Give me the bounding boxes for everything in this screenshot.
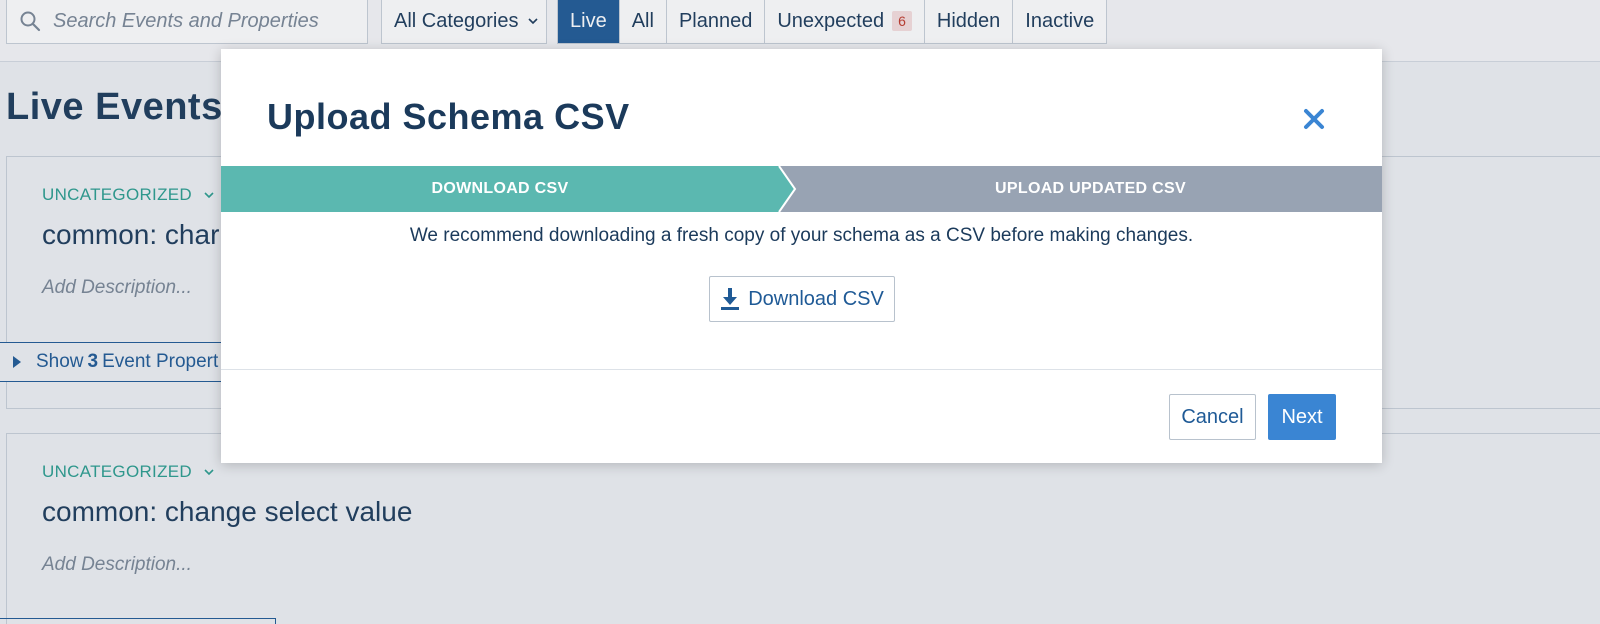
close-button[interactable] xyxy=(1296,101,1332,137)
close-icon xyxy=(1304,109,1324,129)
next-label: Next xyxy=(1281,405,1323,428)
next-button[interactable]: Next xyxy=(1268,394,1336,440)
step-upload-updated-csv: UPLOAD UPDATED CSV xyxy=(995,180,1186,197)
modal-message: We recommend downloading a fresh copy of… xyxy=(409,225,1194,246)
wizard-steps: DOWNLOAD CSV UPLOAD UPDATED CSV xyxy=(221,166,1382,212)
cancel-label: Cancel xyxy=(1181,405,1244,428)
step-download-csv: DOWNLOAD CSV xyxy=(431,180,569,197)
download-icon xyxy=(721,288,740,310)
modal-divider xyxy=(221,369,1382,370)
cancel-button[interactable]: Cancel xyxy=(1169,394,1256,440)
upload-schema-modal: Upload Schema CSV DOWNLOAD CSV UPLOAD UP… xyxy=(221,49,1382,463)
download-csv-button[interactable]: Download CSV xyxy=(709,276,895,322)
download-csv-label: Download CSV xyxy=(748,287,884,310)
modal-title: Upload Schema CSV xyxy=(267,96,630,137)
page: Search Events and Properties All Categor… xyxy=(0,0,1600,624)
